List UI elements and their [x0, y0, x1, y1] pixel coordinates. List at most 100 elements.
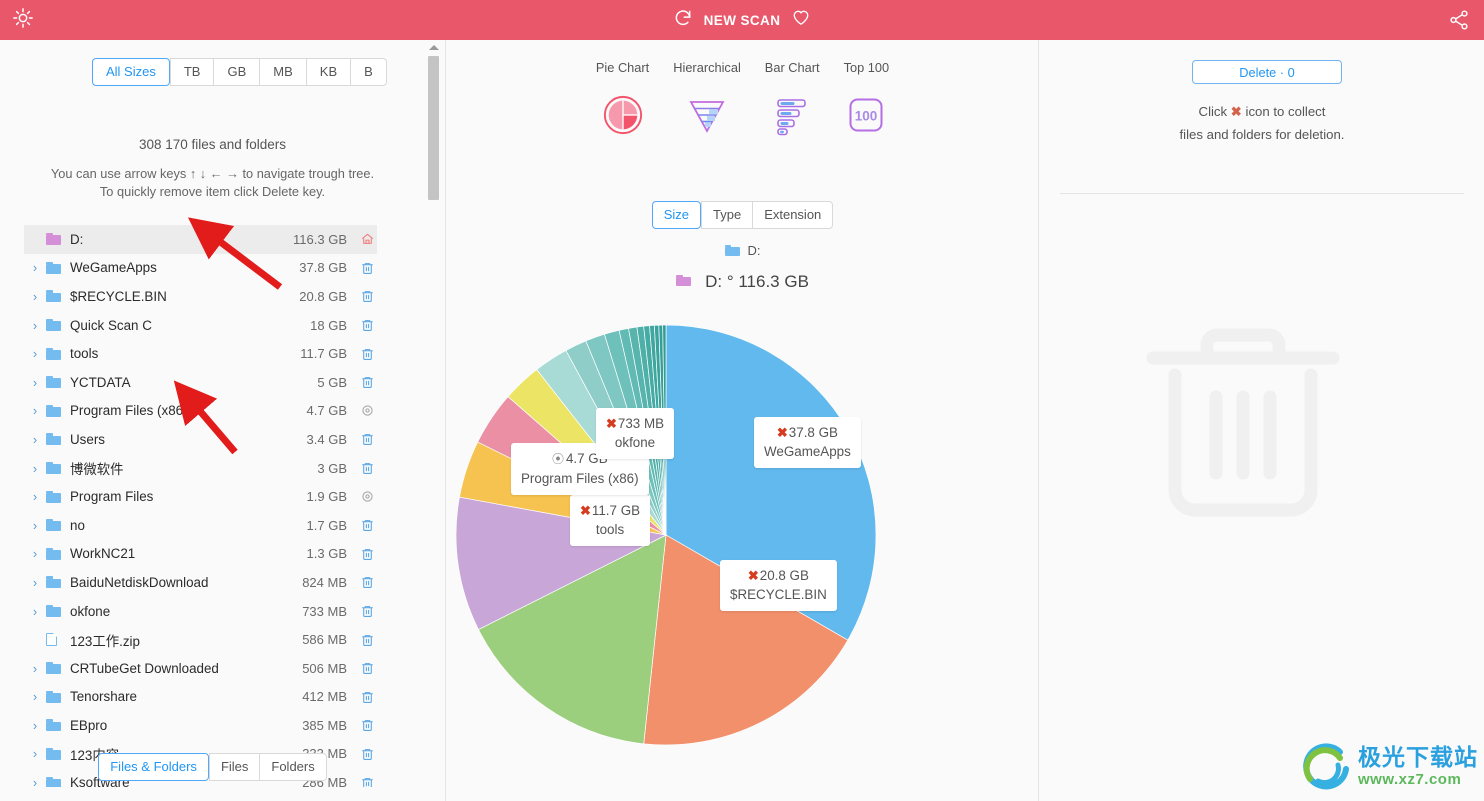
chevron-right-icon[interactable]: ›	[24, 689, 46, 704]
new-scan-button[interactable]: NEW SCAN	[704, 13, 781, 28]
tree-row[interactable]: D: 116.3 GB	[24, 225, 377, 254]
trash-icon[interactable]	[357, 318, 377, 332]
pie-chart-svg[interactable]	[455, 324, 1029, 746]
share-button[interactable]	[1448, 9, 1470, 36]
tree-row[interactable]: › Tenorshare 412 MB	[24, 683, 377, 712]
protected-icon[interactable]	[357, 404, 377, 417]
chevron-right-icon[interactable]: ›	[24, 432, 46, 447]
trash-icon[interactable]	[357, 604, 377, 618]
trash-icon[interactable]	[357, 261, 377, 275]
group-filter-extension[interactable]: Extension	[752, 201, 834, 229]
tree-row[interactable]: › YCTDATA 5 GB	[24, 368, 377, 397]
tree-row[interactable]: › tools 11.7 GB	[24, 339, 377, 368]
tree-row[interactable]: › WeGameApps 37.8 GB	[24, 254, 377, 283]
trash-icon[interactable]	[357, 575, 377, 589]
group-filter-group[interactable]: Size Type Extension	[651, 201, 834, 229]
tree-row[interactable]: › BaiduNetdiskDownload 824 MB	[24, 568, 377, 597]
trash-icon[interactable]	[357, 289, 377, 303]
tree-row-name: WorkNC21	[70, 546, 136, 562]
delete-x-icon[interactable]: ✖	[777, 425, 788, 440]
pie-slice-category: okfone	[614, 435, 656, 450]
tree-scrollbar[interactable]	[425, 40, 446, 801]
chevron-right-icon[interactable]: ›	[24, 461, 46, 476]
chevron-right-icon[interactable]: ›	[24, 489, 46, 504]
trash-icon[interactable]	[357, 518, 377, 532]
pie-slice-label[interactable]: ✖20.8 GB $RECYCLE.BIN	[720, 560, 837, 611]
chevron-right-icon[interactable]: ›	[24, 375, 46, 390]
file-tree[interactable]: D: 116.3 GB › WeGameApps 37.8 GB › $RECYCLE.BI…	[24, 225, 377, 787]
scope-filter-folders[interactable]: Folders	[259, 753, 327, 781]
size-filter-all[interactable]: All Sizes	[92, 58, 170, 86]
tree-row[interactable]: › Quick Scan C 18 GB	[24, 311, 377, 340]
trash-icon[interactable]	[357, 633, 377, 647]
tab-hierarchical[interactable]: Hierarchical	[662, 60, 752, 141]
trash-icon[interactable]	[357, 661, 377, 675]
tree-row[interactable]: › Program Files 1.9 GB	[24, 482, 377, 511]
size-filter-mb[interactable]: MB	[259, 58, 306, 86]
folder-icon	[46, 347, 70, 360]
trash-icon[interactable]	[357, 347, 377, 361]
tree-row-name: BaiduNetdiskDownload	[70, 574, 209, 590]
chevron-right-icon[interactable]: ›	[24, 518, 46, 533]
chevron-right-icon[interactable]: ›	[24, 546, 46, 561]
size-filter-group[interactable]: All Sizes TB GB MB KB B	[92, 58, 387, 86]
tree-row[interactable]: › 博微软件 3 GB	[24, 454, 377, 483]
protected-icon[interactable]	[357, 490, 377, 503]
tree-row[interactable]: › okfone 733 MB	[24, 597, 377, 626]
trash-icon[interactable]	[357, 375, 377, 389]
topbar-center: NEW SCAN	[0, 8, 1484, 33]
trash-icon[interactable]	[357, 547, 377, 561]
tree-row[interactable]: › WorkNC21 1.3 GB	[24, 540, 377, 569]
delete-x-icon[interactable]: ✖	[748, 568, 759, 583]
trash-icon[interactable]	[357, 718, 377, 732]
heart-icon[interactable]	[791, 8, 811, 32]
tree-row[interactable]: › CRTubeGet Downloaded 506 MB	[24, 654, 377, 683]
pie-slice-label[interactable]: ✖37.8 GB WeGameApps	[754, 417, 861, 468]
scope-filter-files[interactable]: Files	[208, 753, 260, 781]
tab-bar-chart[interactable]: Bar Chart	[754, 60, 831, 141]
tree-row-size: 824 MB	[302, 574, 347, 590]
tree-row[interactable]: › no 1.7 GB	[24, 511, 377, 540]
tree-row[interactable]: 123工作.zip 586 MB	[24, 625, 377, 654]
home-icon[interactable]	[357, 232, 377, 246]
chevron-right-icon[interactable]: ›	[24, 604, 46, 619]
breadcrumb[interactable]: D:	[446, 243, 1039, 258]
tree-row[interactable]: › Program Files (x86) 4.7 GB	[24, 397, 377, 426]
tree-row[interactable]: › Users 3.4 GB	[24, 425, 377, 454]
scope-filter-group[interactable]: Files & Folders Files Folders	[98, 753, 327, 781]
scope-filter-files-and-folders[interactable]: Files & Folders	[98, 753, 209, 781]
size-filter-gb[interactable]: GB	[213, 58, 260, 86]
tree-row[interactable]: › $RECYCLE.BIN 20.8 GB	[24, 282, 377, 311]
trash-icon[interactable]	[357, 461, 377, 475]
pie-chart[interactable]: ✖37.8 GB WeGameApps ✖20.8 GB $RECYCLE.BIN ✖1…	[455, 324, 1029, 746]
group-filter-size[interactable]: Size	[651, 201, 701, 229]
trash-icon[interactable]	[357, 690, 377, 704]
chevron-right-icon[interactable]: ›	[24, 661, 46, 676]
pie-chart-icon	[596, 89, 649, 141]
tree-row[interactable]: › EBpro 385 MB	[24, 711, 377, 740]
pie-slice-label[interactable]: ✖11.7 GB tools	[570, 495, 651, 546]
chevron-right-icon[interactable]: ›	[24, 346, 46, 361]
size-filter-kb[interactable]: KB	[305, 58, 351, 86]
chart-view-tabs[interactable]: Pie Chart Hierarchical Bar Chart Top 100…	[446, 60, 1039, 141]
chevron-right-icon[interactable]: ›	[24, 260, 46, 275]
tab-pie-chart[interactable]: Pie Chart	[585, 60, 660, 141]
scrollbar-thumb[interactable]	[428, 56, 439, 200]
pie-slice-label[interactable]: ✖733 MB okfone	[596, 408, 675, 459]
tab-top-100[interactable]: Top 100 100	[833, 60, 901, 141]
chevron-right-icon[interactable]: ›	[24, 318, 46, 333]
trash-icon[interactable]	[357, 432, 377, 446]
delete-x-icon[interactable]: ✖	[606, 416, 617, 431]
chevron-right-icon[interactable]: ›	[24, 403, 46, 418]
refresh-icon[interactable]	[673, 8, 693, 33]
chevron-right-icon[interactable]: ›	[24, 575, 46, 590]
chevron-right-icon[interactable]: ›	[24, 718, 46, 733]
chevron-right-icon[interactable]: ›	[24, 289, 46, 304]
delete-x-icon[interactable]: ✖	[580, 503, 591, 518]
size-filter-tb[interactable]: TB	[169, 58, 214, 86]
delete-button[interactable]: Delete · 0	[1192, 60, 1342, 84]
size-filter-b[interactable]: B	[350, 58, 387, 86]
breadcrumb-label[interactable]: D:	[748, 243, 761, 258]
scroll-up-arrow-icon[interactable]	[429, 45, 439, 50]
group-filter-type[interactable]: Type	[701, 201, 753, 229]
